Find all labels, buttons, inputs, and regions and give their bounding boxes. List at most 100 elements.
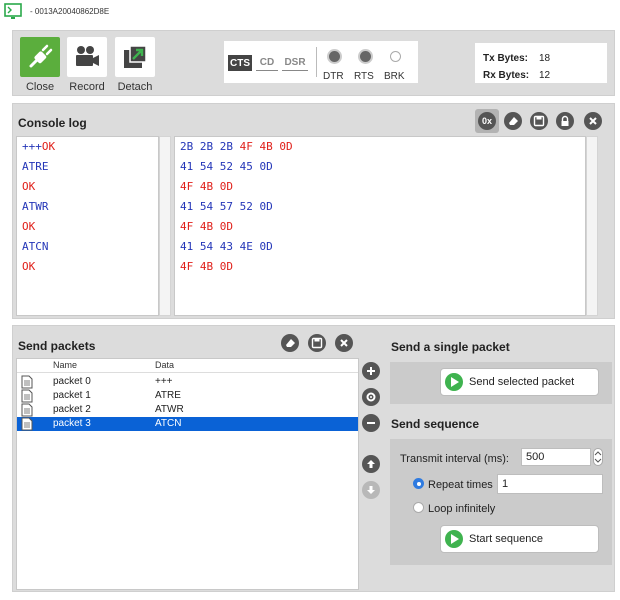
send-single-panel: Send selected packet [390,362,612,404]
packet-list-header: Name Data [17,359,358,373]
save-disk-icon [311,337,323,349]
repeat-times-input[interactable]: 1 [497,474,603,494]
clear-packets-button[interactable] [281,334,299,352]
save-console-button[interactable] [530,112,548,130]
interval-input[interactable]: 500 [521,448,591,466]
close-packets-button[interactable] [335,334,353,352]
packet-name: packet 2 [53,404,91,415]
play-icon [445,373,463,391]
send-selected-label: Send selected packet [469,376,575,388]
lock-scroll-button[interactable] [556,112,574,130]
loop-infinitely-radio[interactable] [413,502,424,513]
packet-list[interactable]: Name Data packet 0 +++ packet 1 ATRE pac… [16,358,359,590]
clear-console-button[interactable] [504,112,522,130]
play-icon [445,530,463,548]
send-packets-panel: Send packets Name Data packet 0 +++ pack… [12,325,615,592]
interval-stepper[interactable] [593,448,603,466]
divider [316,47,317,77]
hex-row: 41 54 43 4E 0D [180,240,273,253]
tx-bytes-value: 18 [539,53,551,64]
hex-row: 4F 4B 0D [180,260,233,273]
window-title: - 0013A20040862D8E [30,7,110,16]
remove-packet-button[interactable] [362,414,380,432]
send-selected-packet-button[interactable]: Send selected packet [440,368,599,396]
hex-row: 4F 4B 0D [180,180,233,193]
edit-packet-button[interactable] [362,388,380,406]
close-icon [589,117,597,125]
record-button[interactable] [67,37,107,77]
arrow-up-icon [367,460,375,468]
close-console-button[interactable] [584,112,602,130]
packet-row-selected[interactable]: packet 3 ATCN [17,417,358,431]
ascii-row: OK [22,260,36,273]
packet-row[interactable]: packet 0 +++ [17,375,358,389]
lock-icon [561,115,569,126]
byte-counters: Tx Bytes: 18 Rx Bytes: 12 [475,43,607,83]
ascii-row: ATCN [22,240,49,253]
video-camera-icon [76,46,99,66]
column-name: Name [53,360,78,370]
title-bar: - 0013A20040862D8E [0,0,620,26]
hex-toggle-button[interactable]: 0x [478,112,496,130]
hex-icon: 0x [481,116,492,126]
send-packets-title: Send packets [18,339,96,353]
repeat-times-label: Repeat times [428,479,493,491]
console-log-panel: Console log 0x +++OK ATRE OK ATWR OK ATC… [12,103,615,319]
rts-led[interactable] [360,51,371,62]
packet-row[interactable]: packet 2 ATWR [17,403,358,417]
send-single-title: Send a single packet [391,340,510,354]
rx-bytes-value: 12 [539,70,551,81]
send-sequence-title: Send sequence [391,417,480,431]
rx-bytes-label: Rx Bytes: [483,70,530,81]
toolbar: Close Record Detach CTS CD DSR DTR RTS B… [12,30,615,96]
brk-led[interactable] [390,51,401,62]
eraser-icon [509,117,518,125]
ascii-scrollbar[interactable] [159,136,171,316]
rts-label: RTS [354,71,374,82]
detach-window-icon [124,45,147,68]
stepper-arrows-icon [594,451,602,463]
document-icon [21,417,33,431]
ascii-row: ATRE [22,160,49,173]
packet-data: ATRE [155,390,181,401]
hex-row: 2B 2B 2B 4F 4B 0D [180,140,293,153]
minus-icon [367,422,375,424]
packet-row[interactable]: packet 1 ATRE [17,389,358,403]
cd-indicator: CD [256,55,278,71]
eraser-icon [286,339,295,347]
tx-bytes-label: Tx Bytes: [483,53,529,64]
start-sequence-label: Start sequence [469,533,543,545]
hex-row: 41 54 52 45 0D [180,160,273,173]
ascii-row: ATWR [22,200,49,213]
console-ascii-view[interactable]: +++OK ATRE OK ATWR OK ATCN OK [16,136,159,316]
console-hex-view[interactable]: 2B 2B 2B 4F 4B 0D 41 54 52 45 0D 4F 4B 0… [174,136,586,316]
ascii-row: OK [22,220,36,233]
add-packet-button[interactable] [362,362,380,380]
hex-scrollbar[interactable] [586,136,598,316]
move-up-button[interactable] [362,455,380,473]
arrow-down-icon [367,486,375,494]
interval-label: Transmit interval (ms): [400,453,509,465]
gear-icon [366,392,376,402]
dsr-indicator: DSR [282,55,308,71]
packet-data: +++ [155,376,173,387]
packet-name: packet 1 [53,390,91,401]
close-button[interactable] [20,37,60,77]
document-icon [21,389,33,403]
move-down-button[interactable] [362,481,380,499]
repeat-times-radio[interactable] [413,478,424,489]
cts-indicator: CTS [228,55,252,71]
loop-infinitely-label: Loop infinitely [428,503,496,515]
detach-button[interactable] [115,37,155,77]
start-sequence-button[interactable]: Start sequence [440,525,599,553]
close-icon [340,339,348,347]
save-packets-button[interactable] [308,334,326,352]
save-disk-icon [533,115,545,127]
plus-icon [367,367,375,375]
line-status-panel: CTS CD DSR DTR RTS BRK [224,41,418,83]
dtr-led[interactable] [329,51,340,62]
packet-data: ATCN [155,418,182,429]
hex-row: 41 54 57 52 0D [180,200,273,213]
hex-row: 4F 4B 0D [180,220,233,233]
ascii-row: +++OK [22,140,56,153]
